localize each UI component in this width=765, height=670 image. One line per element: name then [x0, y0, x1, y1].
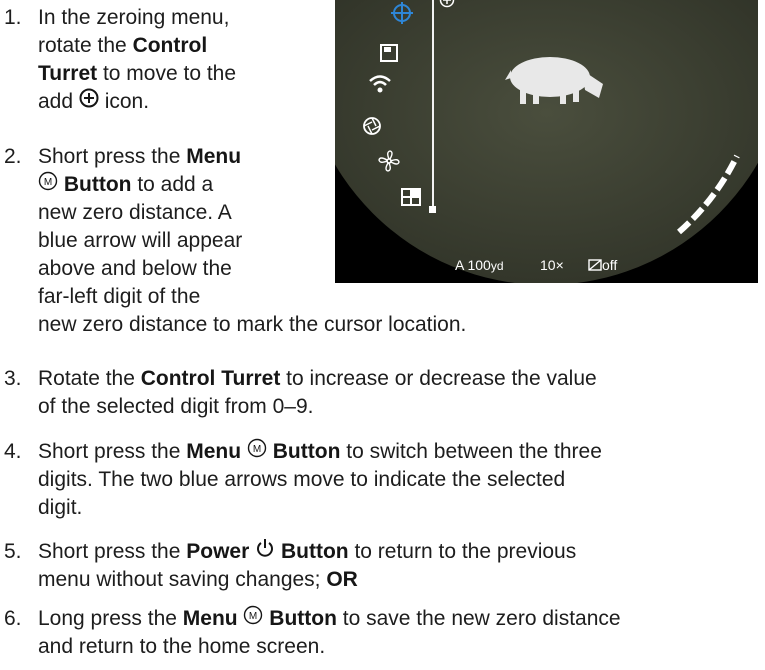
step-line: of the selected digit from 0–9.: [38, 393, 314, 421]
step-text: to save the new zero distance: [336, 607, 621, 630]
step-number: 6.: [4, 607, 22, 630]
step-number: 4.: [4, 440, 22, 463]
step-line: Short press the Power Button to return t…: [38, 538, 576, 566]
step-line: M Button to add a: [38, 171, 213, 199]
step-emphasis: Turret: [38, 62, 98, 85]
pip-state: off: [602, 257, 618, 273]
step-line: Long press the Menu M Button to save the…: [38, 605, 621, 633]
step-number: 1.: [4, 6, 22, 29]
step-number: 5.: [4, 540, 22, 563]
step-text: to move to the: [97, 62, 237, 85]
step-emphasis: Control Turret: [140, 367, 281, 390]
step-text: rotate the: [38, 34, 133, 57]
menu-m-icon: M: [38, 171, 58, 199]
step-emphasis: Menu: [186, 440, 242, 463]
step-line: rotate the Control: [38, 32, 207, 60]
step-emphasis: Button: [280, 540, 349, 563]
step-text: above and below the: [38, 257, 232, 280]
step-emphasis: Control: [132, 34, 208, 57]
thermal-field: [335, 0, 758, 283]
step-text: add: [38, 90, 79, 113]
thermal-scope-screenshot: [335, 0, 758, 283]
step-text: of the selected digit from 0–9.: [38, 395, 314, 418]
step-line: far-left digit of the: [38, 283, 200, 311]
step-emphasis: Button: [269, 607, 337, 630]
step-line: add icon.: [38, 88, 149, 116]
svg-text:M: M: [253, 444, 261, 455]
step-emphasis: Button: [272, 440, 341, 463]
step-text: to switch between the three: [340, 440, 602, 463]
step-text: icon.: [98, 90, 150, 113]
step-text: digits. The two blue arrows move to indi…: [38, 468, 566, 491]
step-number: 2.: [4, 145, 22, 168]
step-line: In the zeroing menu,: [38, 4, 229, 32]
mode-label: A: [455, 257, 464, 273]
zoom-readout: 10×: [540, 257, 564, 273]
step-text: Short press the: [38, 440, 187, 463]
step-line: menu without saving changes; OR: [38, 566, 358, 594]
distance-unit: yd: [490, 259, 504, 273]
step-line: digit.: [38, 494, 82, 522]
step-text: blue arrow will appear: [38, 229, 243, 252]
step-line: new zero distance. A: [38, 199, 232, 227]
svg-text:M: M: [249, 611, 257, 622]
step-line: and return to the home screen.: [38, 633, 325, 661]
menu-m-icon: M: [247, 438, 267, 466]
step-line: Rotate the Control Turret to increase or…: [38, 365, 597, 393]
step-text: and return to the home screen.: [38, 635, 326, 658]
step-emphasis: Menu: [186, 145, 242, 168]
step-line: above and below the: [38, 255, 232, 283]
power-icon: [255, 538, 275, 566]
step-line: digits. The two blue arrows move to indi…: [38, 466, 565, 494]
step-line: new zero distance to mark the cursor loc…: [38, 311, 466, 339]
step-text: Short press the: [38, 540, 187, 563]
step-text: In the zeroing menu,: [38, 6, 230, 29]
distance-readout: A 100yd: [455, 257, 504, 273]
step-text: new zero distance. A: [38, 201, 232, 224]
step-emphasis: OR: [326, 568, 358, 591]
step-emphasis: Menu: [182, 607, 238, 630]
step-text: digit.: [38, 496, 83, 519]
zero-list-end-marker: [429, 206, 436, 213]
step-text: menu without saving changes;: [38, 568, 327, 591]
step-text: far-left digit of the: [38, 285, 201, 308]
step-number: 3.: [4, 367, 22, 390]
step-line: Turret to move to the: [38, 60, 236, 88]
step-text: to return to the previous: [348, 540, 577, 563]
step-text: Long press the: [38, 607, 183, 630]
step-emphasis: Power: [186, 540, 250, 563]
scope-status-bar: A 100yd 10× off: [335, 249, 758, 283]
zero-list-line: [432, 0, 434, 210]
menu-m-icon: M: [243, 605, 263, 633]
step-line: Short press the Menu M Button to switch …: [38, 438, 602, 466]
step-emphasis: Button: [63, 173, 132, 196]
step-text: to increase or decrease the value: [280, 367, 597, 390]
step-text: Rotate the: [38, 367, 141, 390]
pip-readout: off: [588, 257, 617, 273]
distance-value: 100: [467, 257, 491, 273]
scope-view: [335, 0, 758, 283]
svg-text:M: M: [44, 177, 52, 188]
pip-icon: [588, 259, 602, 271]
step-line: blue arrow will appear: [38, 227, 242, 255]
step-text: to add a: [131, 173, 214, 196]
add-circle-icon: [79, 88, 99, 116]
step-text: Short press the: [38, 145, 187, 168]
step-text: new zero distance to mark the cursor loc…: [38, 313, 467, 336]
step-line: Short press the Menu: [38, 143, 241, 171]
